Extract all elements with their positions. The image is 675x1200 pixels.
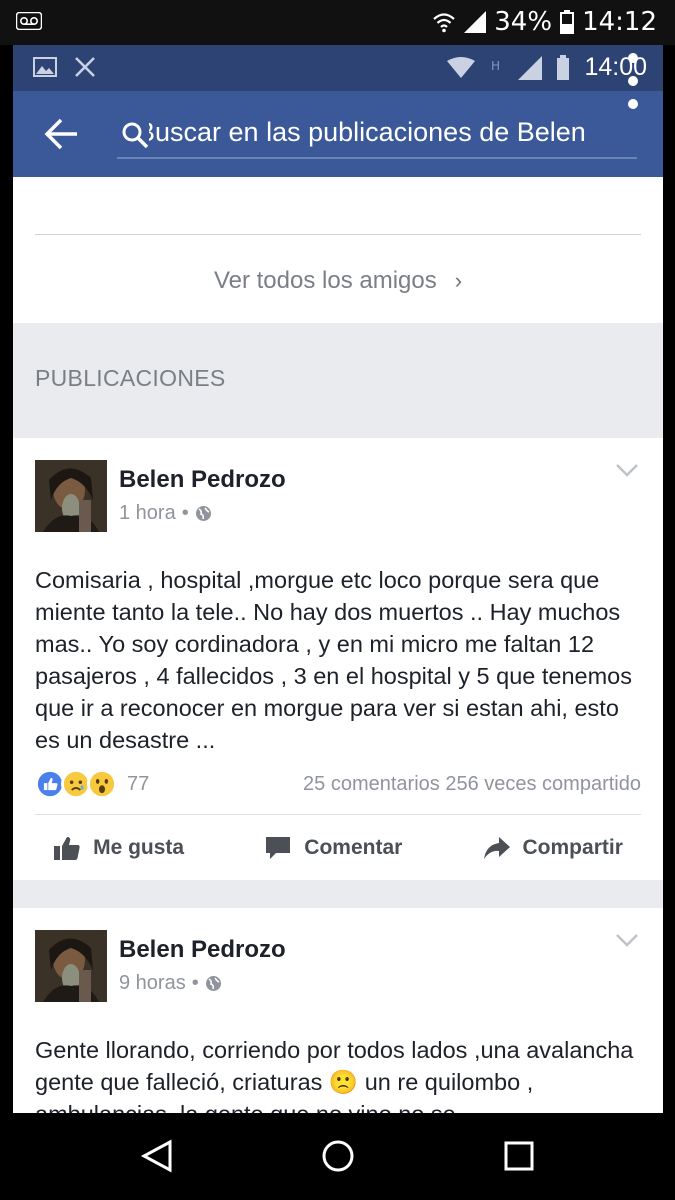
svg-text:H: H — [491, 59, 500, 73]
chevron-down-icon[interactable] — [615, 932, 639, 948]
post-author[interactable]: Belen Pedrozo — [119, 936, 286, 964]
signal-icon — [518, 55, 543, 80]
reactions-count: 77 — [127, 772, 150, 795]
post-meta: 9 horas • — [119, 972, 222, 995]
post-meta: 1 hora • — [119, 502, 212, 525]
reactions-summary[interactable]: 77 — [35, 769, 149, 799]
divider — [35, 234, 641, 235]
avatar[interactable] — [35, 930, 107, 1002]
meta-separator: • — [181, 502, 189, 524]
post-text: Gente llorando, corriendo por todos lado… — [35, 1037, 634, 1113]
signal-icon — [464, 11, 487, 33]
back-arrow-icon[interactable] — [43, 117, 79, 151]
globe-icon — [195, 506, 211, 521]
wow-reaction-icon — [87, 769, 117, 799]
battery-percent: 34% — [494, 7, 553, 37]
overflow-menu-icon[interactable] — [627, 53, 639, 109]
post-time[interactable]: 1 hora — [119, 502, 176, 525]
globe-icon — [205, 976, 221, 991]
battery-icon — [560, 10, 575, 34]
like-button[interactable]: Me gusta — [53, 835, 184, 861]
like-label: Me gusta — [93, 836, 185, 859]
section-title: PUBLICACIONES — [35, 365, 226, 391]
share-label: Compartir — [522, 836, 623, 859]
chevron-right-icon: › — [454, 268, 463, 293]
engagement-counts[interactable]: 25 comentarios 256 veces compartido — [303, 773, 641, 796]
chevron-down-icon[interactable] — [615, 462, 639, 478]
divider — [35, 814, 641, 815]
app-status-bar: H 14:00 — [13, 45, 663, 91]
share-icon — [483, 837, 510, 859]
device-status-bar: 34% 14:12 — [0, 0, 675, 45]
shares-count[interactable]: 256 veces compartido — [445, 773, 641, 795]
thumbs-up-icon — [54, 837, 80, 860]
close-icon — [75, 57, 95, 77]
avatar[interactable] — [35, 460, 107, 532]
search-underline — [117, 157, 637, 159]
post-card: Belen Pedrozo 1 hora • Comisaria , hospi… — [13, 438, 663, 880]
facebook-app-screen: H 14:00 Buscar en las publicaciones de B… — [13, 45, 663, 1113]
wifi-icon — [447, 56, 476, 78]
see-all-friends-link[interactable]: Ver todos los amigos › — [13, 267, 663, 295]
recent-apps-icon[interactable] — [502, 1139, 536, 1173]
search-icon — [122, 122, 149, 149]
device-clock: 14:12 — [582, 7, 657, 37]
home-icon[interactable] — [321, 1139, 355, 1173]
network-type-icon: H — [491, 59, 500, 73]
battery-icon — [557, 54, 570, 80]
wifi-icon — [433, 13, 456, 33]
post-actions: Me gusta Comentar Compartir — [13, 816, 663, 880]
post-author[interactable]: Belen Pedrozo — [119, 466, 286, 494]
system-navigation-bar — [0, 1113, 675, 1200]
post-card: Belen Pedrozo 9 horas • Gente llorando, … — [13, 908, 663, 1113]
comment-label: Comentar — [304, 836, 403, 859]
voicemail-icon — [16, 12, 42, 30]
comments-count[interactable]: 25 comentarios — [303, 773, 440, 795]
share-button[interactable]: Compartir — [483, 835, 623, 861]
friends-card: Ver todos los amigos › — [13, 177, 663, 323]
search-header: Buscar en las publicaciones de Belen — [13, 53, 663, 177]
see-all-friends-label: Ver todos los amigos — [213, 267, 437, 294]
comment-icon — [266, 837, 291, 859]
back-icon[interactable] — [140, 1139, 174, 1173]
image-icon — [33, 57, 57, 77]
meta-separator: • — [191, 972, 199, 994]
post-text: Comisaria , hospital ,morgue etc loco po… — [35, 567, 633, 753]
search-input[interactable]: Buscar en las publicaciones de Belen — [149, 117, 643, 149]
comment-button[interactable]: Comentar — [264, 835, 402, 861]
post-time[interactable]: 9 horas — [119, 972, 186, 995]
